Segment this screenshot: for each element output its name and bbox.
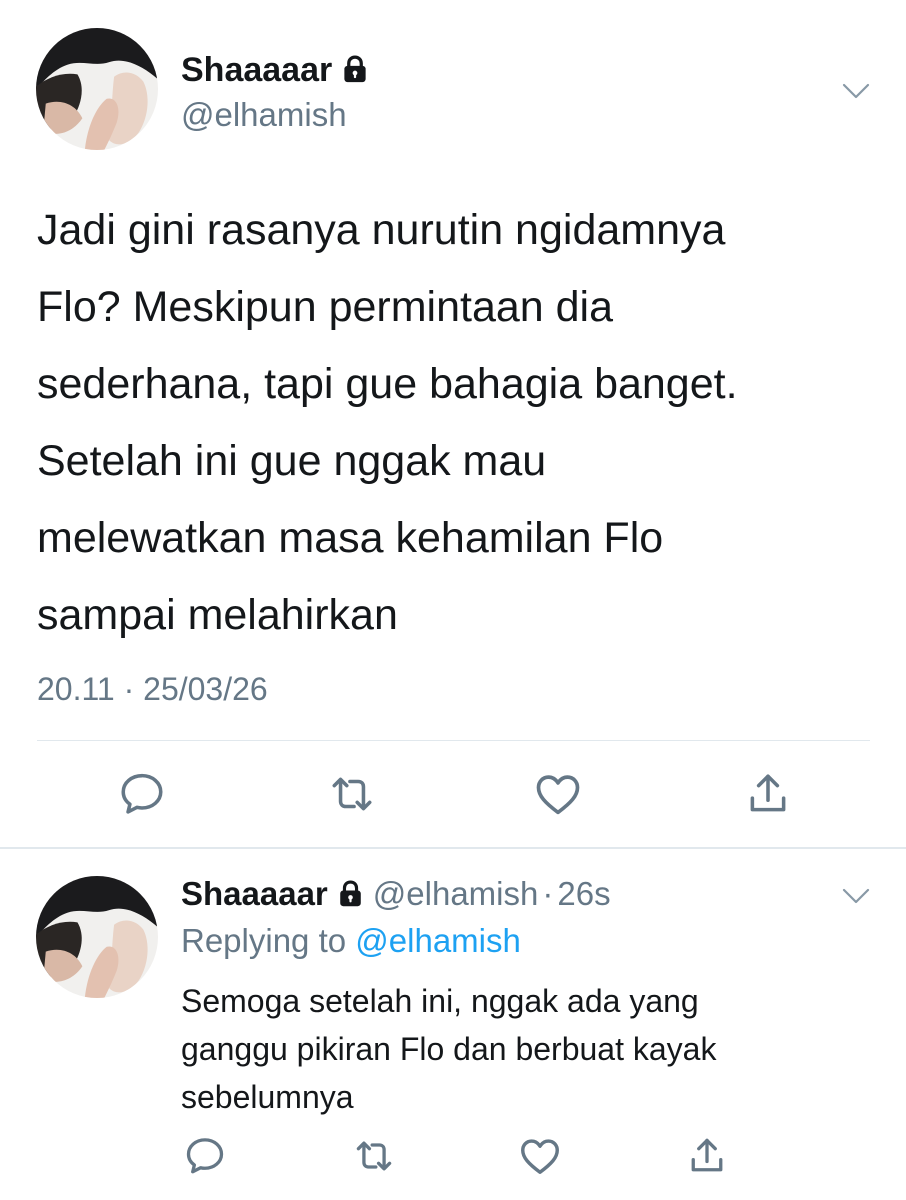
- chevron-down-icon[interactable]: [842, 887, 870, 905]
- chevron-down-icon[interactable]: [842, 82, 870, 100]
- handle[interactable]: @elhamish: [373, 875, 539, 912]
- share-button[interactable]: [683, 1132, 731, 1180]
- replying-to: Replying to @elhamish: [181, 921, 521, 961]
- display-name[interactable]: Shaaaaar: [181, 50, 370, 93]
- tweet-text: Semoga setelah ini, nggak ada yang gangg…: [181, 983, 717, 1115]
- handle[interactable]: @elhamish: [181, 95, 347, 135]
- relative-time[interactable]: 26s: [557, 875, 610, 912]
- separator: ·: [542, 875, 554, 912]
- reply-icon: [121, 773, 163, 814]
- lock-icon: [336, 877, 365, 917]
- retweet-icon: [332, 777, 372, 811]
- lock-icon: [340, 53, 370, 93]
- like-button[interactable]: [530, 766, 586, 822]
- tweet-text: Jadi gini rasanya nurutin ngidamnya Flo?…: [37, 206, 738, 639]
- like-button[interactable]: [516, 1132, 564, 1180]
- display-name[interactable]: Shaaaaar: [181, 875, 328, 912]
- avatar[interactable]: [36, 28, 158, 150]
- heart-icon: [521, 1139, 559, 1175]
- reply-button[interactable]: [114, 766, 170, 822]
- retweet-button[interactable]: [350, 1132, 398, 1180]
- reply-tweet[interactable]: Shaaaaar @elhamish · 26s Replying to @elham…: [0, 849, 906, 1200]
- share-icon: [691, 1138, 723, 1172]
- avatar[interactable]: [36, 876, 158, 998]
- timestamp[interactable]: 20.11 · 25/03/26: [37, 669, 268, 709]
- reply-icon: [186, 1138, 224, 1174]
- heart-icon: [536, 775, 580, 815]
- divider: [37, 740, 870, 741]
- replying-to-label: Replying to: [181, 922, 347, 959]
- main-tweet: Shaaaaar @elhamish Jadi gini rasanya nur…: [0, 0, 906, 847]
- retweet-icon: [356, 1141, 392, 1171]
- share-button[interactable]: [740, 766, 796, 822]
- retweet-button[interactable]: [324, 766, 380, 822]
- reply-button[interactable]: [181, 1132, 229, 1180]
- share-icon: [750, 774, 786, 812]
- mention-link[interactable]: @elhamish: [355, 922, 521, 959]
- reply-header: Shaaaaar @elhamish · 26s: [181, 874, 611, 917]
